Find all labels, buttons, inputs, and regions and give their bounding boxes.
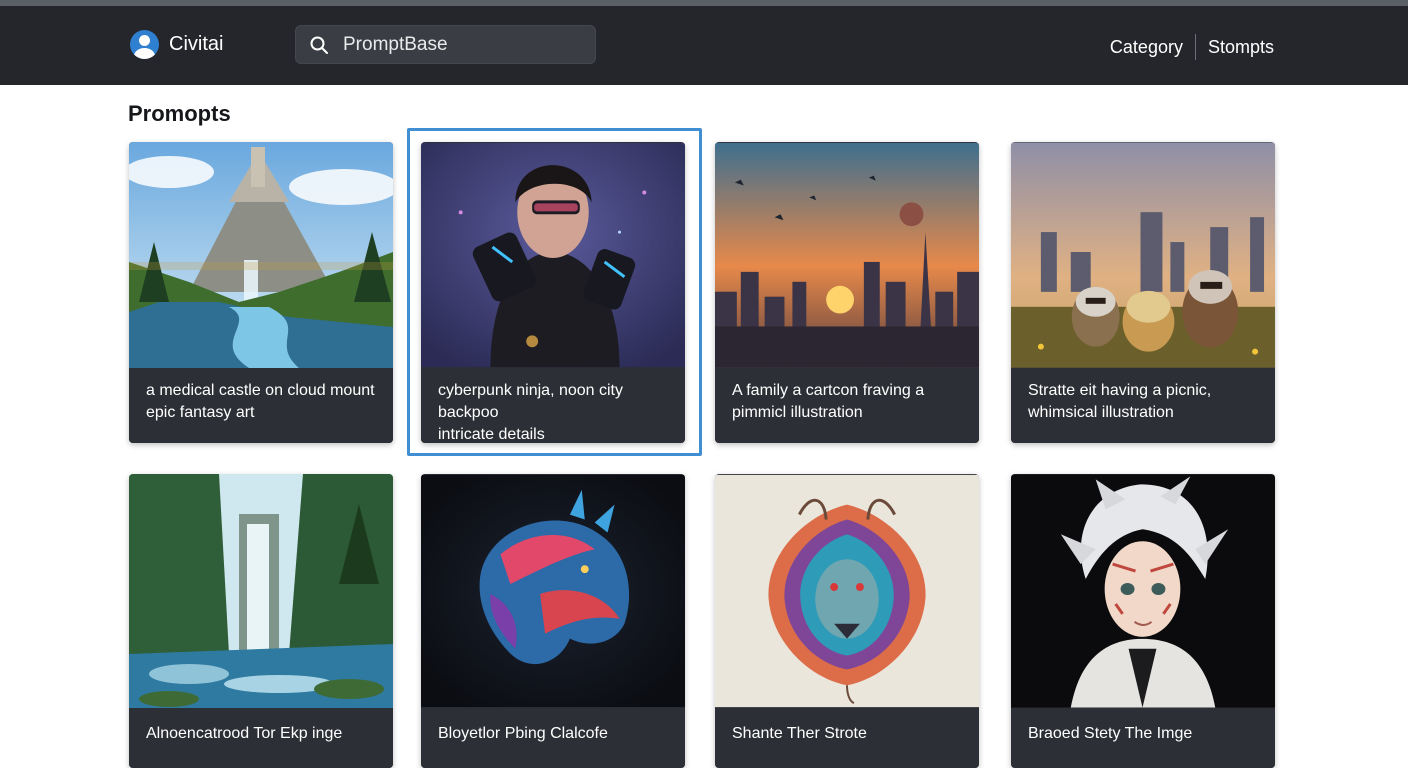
header: Civitai Category Stompts (0, 6, 1408, 85)
user-avatar-icon (130, 30, 159, 59)
prompt-card-selected[interactable]: cyberpunk ninja, noon city backpoo intri… (421, 142, 685, 443)
nav-link-stompts[interactable]: Stompts (1208, 37, 1274, 58)
cyberpunk-ninja-image (421, 142, 685, 368)
search-icon (310, 36, 328, 54)
prompt-card[interactable]: Bloyetlor Pbing Clalcofe (421, 474, 685, 768)
card-caption: Shante Ther Strote (715, 708, 979, 768)
nav-divider (1194, 34, 1196, 60)
top-nav: Category Stompts (1110, 34, 1274, 60)
card-caption: Alnoencatrood Tor Ekp inge (129, 708, 393, 768)
prompt-card[interactable]: Braoed Stety The Imge (1011, 474, 1275, 768)
prompt-card[interactable]: a medical castle on cloud mount epic fan… (129, 142, 393, 443)
prompt-card[interactable]: Alnoencatrood Tor Ekp inge (129, 474, 393, 768)
brand[interactable]: Civitai (130, 30, 223, 59)
section-title: Promopts (128, 101, 231, 126)
card-caption: a medical castle on cloud mount epic fan… (129, 368, 393, 443)
card-caption: Bloyetlor Pbing Clalcofe (421, 708, 685, 768)
fantasy-castle-image (129, 142, 393, 368)
card-caption: Braoed Stety The Imge (1011, 708, 1275, 768)
sunset-city-image (715, 142, 979, 368)
prompt-card[interactable]: Shante Ther Strote (715, 474, 979, 768)
card-caption: A family a cartcon fraving a pimmicl ill… (715, 368, 979, 443)
colorful-wolf-image (715, 474, 979, 708)
card-caption: cyberpunk ninja, noon city backpoo intri… (421, 368, 685, 443)
search-input[interactable] (343, 26, 583, 63)
brand-name: Civitai (169, 33, 224, 55)
raccoons-picnic-image (1011, 142, 1275, 368)
neon-dragon-image (421, 474, 685, 708)
search-box[interactable] (295, 25, 596, 64)
card-caption: Stratte eit having a picnic, whimsical i… (1011, 368, 1275, 443)
forest-waterfall-image (129, 474, 393, 708)
prompt-card[interactable]: Stratte eit having a picnic, whimsical i… (1011, 142, 1275, 443)
prompt-card[interactable]: A family a cartcon fraving a pimmicl ill… (715, 142, 979, 443)
anime-character-image (1011, 474, 1275, 708)
nav-link-category[interactable]: Category (1110, 37, 1183, 58)
